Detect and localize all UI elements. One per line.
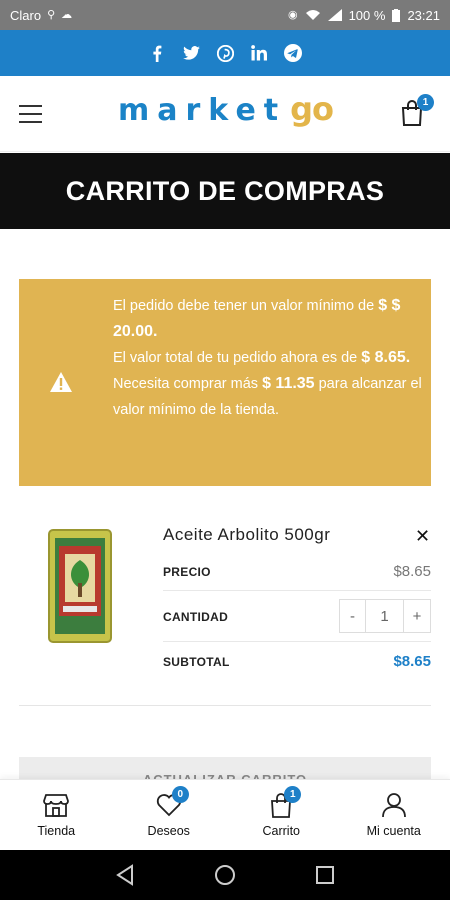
nav-tienda[interactable]: Tienda: [0, 780, 113, 850]
price-value: $8.65: [393, 563, 431, 580]
divider: [163, 641, 431, 642]
telegram-icon[interactable]: [284, 44, 302, 62]
recents-icon[interactable]: [315, 865, 335, 885]
twitter-icon[interactable]: [182, 44, 200, 62]
nav-mi-cuenta[interactable]: Mi cuenta: [338, 780, 450, 850]
bottom-navigation: Tienda 0 Deseos 1 Carrito Mi cuenta: [0, 779, 450, 850]
cloud-icon: ☁: [61, 8, 73, 21]
status-bar: Claro ⚲ ☁ ◉ 100 % 23:21: [0, 0, 450, 30]
cart-count-badge: 1: [417, 94, 434, 111]
wishlist-count-badge: 0: [171, 786, 189, 803]
signal-icon: [327, 9, 342, 21]
nav-deseos[interactable]: 0 Deseos: [113, 780, 226, 850]
logo-go-text: go: [290, 90, 334, 128]
user-icon: [381, 793, 406, 818]
wifi-icon: [305, 10, 320, 20]
nav-deseos-label: Deseos: [147, 824, 190, 838]
nav-tienda-label: Tienda: [37, 824, 76, 838]
price-label: PRECIO: [163, 565, 211, 579]
home-icon[interactable]: [214, 864, 236, 886]
quantity-stepper: - 1 +: [339, 599, 431, 633]
header-cart-button[interactable]: 1: [400, 94, 434, 128]
battery-icon: [392, 8, 401, 22]
nav-carrito[interactable]: 1 Carrito: [225, 780, 338, 850]
quantity-label: CANTIDAD: [163, 610, 229, 624]
warning-icon: [50, 372, 72, 392]
notice-min-value-line: El pedido debe tener un valor mínimo de …: [113, 297, 401, 340]
subtotal-label: SUBTOTAL: [163, 655, 230, 669]
cart-item: Aceite Arbolito 500gr ✕ PRECIO $8.65 CAN…: [19, 510, 431, 706]
logo-market-text: market: [118, 93, 287, 128]
notice-current-value-line: El valor total de tu pedido ahora es de …: [113, 349, 411, 366]
site-logo[interactable]: market go: [118, 90, 334, 134]
store-icon: [43, 794, 70, 817]
android-navigation-bar: [0, 850, 450, 900]
product-name[interactable]: Aceite Arbolito 500gr: [163, 525, 330, 545]
facebook-icon[interactable]: [148, 44, 166, 62]
title-banner: CARRITO DE COMPRAS: [0, 153, 450, 229]
battery-level: 100 %: [348, 7, 386, 23]
subtotal-value: $8.65: [393, 653, 431, 670]
clock: 23:21: [407, 7, 440, 23]
nav-carrito-label: Carrito: [262, 824, 300, 838]
nav-mi-cuenta-label: Mi cuenta: [366, 824, 421, 838]
page-title: CARRITO DE COMPRAS: [65, 175, 385, 206]
cart-count-badge: 1: [284, 786, 302, 803]
minimum-order-notice: El pedido debe tener un valor mínimo de …: [19, 279, 431, 486]
vibrate-icon: ◉: [287, 8, 298, 21]
pinterest-icon[interactable]: [216, 44, 234, 62]
usb-icon: ⚲: [47, 8, 56, 21]
quantity-input[interactable]: 1: [366, 600, 404, 632]
current-value: $ 8.65.: [361, 349, 411, 366]
linkedin-icon[interactable]: [250, 44, 268, 62]
menu-icon[interactable]: [19, 105, 42, 123]
product-image[interactable]: [47, 528, 113, 644]
site-header: market go 1: [0, 76, 450, 152]
back-icon[interactable]: [115, 864, 135, 886]
divider: [163, 590, 431, 591]
carrier-name: Claro: [10, 7, 42, 23]
quantity-decrease-button[interactable]: -: [340, 600, 366, 632]
notice-needed-line: Necesita comprar más $ 11.35 para alcanz…: [113, 375, 422, 418]
quantity-increase-button[interactable]: +: [404, 600, 430, 632]
social-bar: [0, 30, 450, 76]
needed-value: $ 11.35: [262, 375, 315, 392]
remove-item-button[interactable]: ✕: [415, 526, 430, 547]
